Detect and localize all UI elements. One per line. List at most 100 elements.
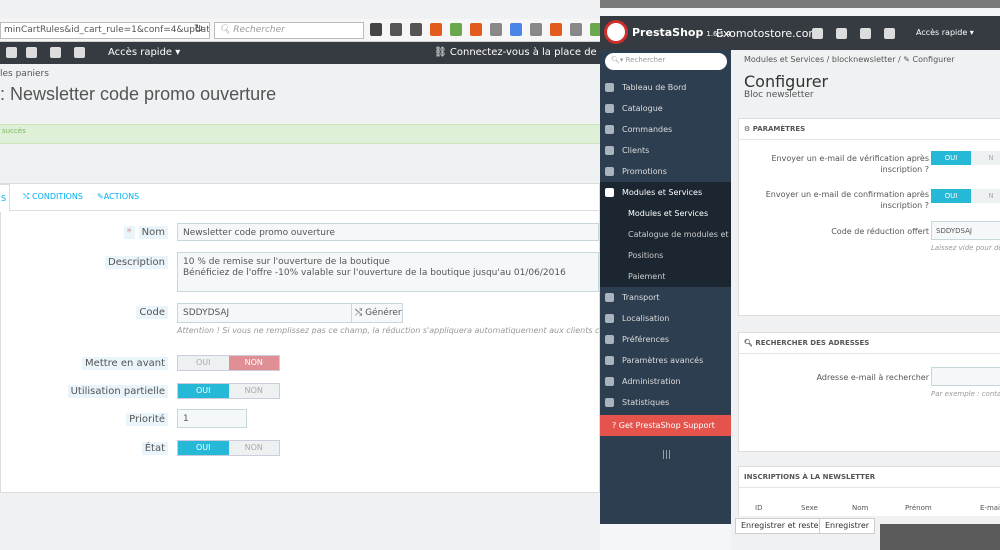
- col-id[interactable]: ID: [755, 504, 762, 512]
- sidebar-support-button[interactable]: ? Get PrestaShop Support: [600, 415, 731, 436]
- verification-non[interactable]: N: [971, 151, 1000, 165]
- success-alert: succès: [0, 124, 600, 144]
- sidebar-item-dashboard[interactable]: Tableau de Bord: [600, 77, 731, 98]
- priority-input[interactable]: 1: [177, 409, 247, 428]
- highlight-oui[interactable]: OUI: [178, 356, 229, 370]
- reload-icon[interactable]: ↻: [194, 22, 203, 35]
- address-bar[interactable]: minCartRules&id_cart_rule=1&conf=4&updat…: [0, 22, 210, 39]
- marketplace-link[interactable]: ⛓ Connectez-vous à la place de marché de…: [434, 47, 600, 58]
- subscriptions-title: INSCRIPTIONS À LA NEWSLETTER: [739, 467, 1000, 488]
- sidebar-collapse-handle[interactable]: |||: [662, 450, 671, 460]
- page-subtitle: Bloc newsletter: [744, 90, 814, 100]
- cart-icon[interactable]: [812, 28, 823, 39]
- generate-button[interactable]: ⤭ Générer: [351, 303, 403, 323]
- sidebar-item-preferences[interactable]: Préférences: [600, 329, 731, 350]
- parameters-title-text: PARAMÈTRES: [752, 125, 806, 133]
- state-label: État: [141, 442, 168, 455]
- sidebar-item-label: Paramètres avancés: [622, 356, 704, 365]
- browser-search-field[interactable]: 🔍︎ Rechercher: [214, 22, 364, 39]
- addon-icon-4[interactable]: [530, 23, 542, 36]
- sidebar-item-promotions[interactable]: Promotions: [600, 161, 731, 182]
- cogs-icon: ⚙: [744, 125, 753, 133]
- left-browser-window: minCartRules&id_cart_rule=1&conf=4&updat…: [0, 0, 600, 550]
- tab-informations[interactable]: s: [0, 184, 11, 212]
- sidebar-sub-modules[interactable]: Modules et Services: [600, 203, 731, 224]
- code-input[interactable]: SDDYDSAJ: [177, 303, 352, 323]
- sidebar-item-localisation[interactable]: Localisation: [600, 308, 731, 329]
- highlight-non[interactable]: NON: [228, 356, 279, 370]
- credit-card-icon: [605, 125, 614, 134]
- quick-access-menu[interactable]: Accès rapide ▾: [916, 28, 974, 37]
- mail-icon[interactable]: [860, 28, 871, 39]
- sidebar-search-placeholder: Rechercher: [625, 56, 666, 64]
- addon-icon-2[interactable]: [490, 23, 502, 36]
- reader-icon[interactable]: [390, 23, 402, 36]
- confirmation-switch[interactable]: OUI N: [931, 189, 1000, 203]
- sidebar-item-label: Tableau de Bord: [622, 83, 687, 92]
- brand-text: PrestaShop: [632, 26, 704, 39]
- sidebar-item-label: Statistiques: [622, 398, 670, 407]
- trophy-icon[interactable]: [884, 28, 895, 39]
- pocket-icon[interactable]: [410, 23, 422, 36]
- sidebar-item-commandes[interactable]: Commandes: [600, 119, 731, 140]
- description-textarea[interactable]: 10 % de remise sur l'ouverture de la bou…: [177, 252, 599, 292]
- sidebar-item-administration[interactable]: Administration: [600, 371, 731, 392]
- shop-name[interactable]: Exomotostore.com: [716, 27, 819, 40]
- toolbar-icons: [370, 23, 600, 36]
- quick-access-menu[interactable]: Accès rapide ▾: [108, 47, 180, 58]
- confirmation-label-line1: Envoyer un e-mail de confirmation après: [765, 190, 929, 199]
- sidebar-item-catalogue[interactable]: Catalogue: [600, 98, 731, 119]
- state-non[interactable]: NON: [228, 441, 279, 455]
- tab-conditions[interactable]: ⤭ Conditions: [23, 192, 83, 202]
- addon-icon-5[interactable]: [550, 23, 562, 36]
- sidebar-item-statistiques[interactable]: Statistiques: [600, 392, 731, 413]
- sidebar-search[interactable]: 🔍︎▾ Rechercher: [605, 53, 727, 70]
- download-icon[interactable]: [430, 23, 442, 36]
- state-oui[interactable]: OUI: [178, 441, 229, 455]
- mail-icon[interactable]: [50, 47, 61, 58]
- state-switch[interactable]: OUI NON: [177, 440, 280, 456]
- nom-input[interactable]: Newsletter code promo ouverture: [177, 223, 599, 241]
- sidebar-item-modules[interactable]: Modules et Services: [600, 182, 731, 203]
- user-icon[interactable]: [836, 28, 847, 39]
- col-prenom[interactable]: Prénom: [905, 504, 932, 512]
- sidebar-sub-paiement[interactable]: Paiement: [600, 266, 731, 287]
- save-and-stay-button[interactable]: Enregistrer et rester: [735, 518, 828, 534]
- wrench-icon: ✎: [97, 192, 104, 201]
- save-button[interactable]: Enregistrer: [819, 518, 876, 534]
- priority-label-text: Priorité: [126, 413, 168, 426]
- verification-label-line1: Envoyer un e-mail de vérification après: [771, 154, 929, 163]
- addon-icon-7[interactable]: [590, 23, 600, 36]
- email-search-help: Par exemple : conta: [931, 390, 1000, 398]
- tab-actions[interactable]: ✎Actions: [97, 192, 139, 201]
- sidebar-item-advanced[interactable]: Paramètres avancés: [600, 350, 731, 371]
- panel-footer: [0, 493, 600, 550]
- user-icon[interactable]: [26, 47, 37, 58]
- confirmation-oui[interactable]: OUI: [931, 189, 971, 203]
- partial-non[interactable]: NON: [228, 384, 279, 398]
- sidebar-item-clients[interactable]: Clients: [600, 140, 731, 161]
- addon-icon[interactable]: [470, 23, 482, 36]
- email-search-input[interactable]: [931, 367, 1000, 386]
- sidebar-sub-catalogue-modules[interactable]: Catalogue de modules et t...: [600, 224, 731, 245]
- sidebar-item-transport[interactable]: Transport: [600, 287, 731, 308]
- partial-use-switch[interactable]: OUI NON: [177, 383, 280, 399]
- verification-switch[interactable]: OUI N: [931, 151, 1000, 165]
- confirmation-non[interactable]: N: [971, 189, 1000, 203]
- col-nom[interactable]: Nom: [852, 504, 868, 512]
- bookmark-star-icon[interactable]: [370, 23, 382, 36]
- sidebar-sub-positions[interactable]: Positions: [600, 245, 731, 266]
- partial-use-label-text: Utilisation partielle: [67, 385, 168, 398]
- cart-icon[interactable]: [6, 47, 17, 58]
- addon-icon-3[interactable]: [510, 23, 522, 36]
- partial-oui[interactable]: OUI: [178, 384, 229, 398]
- prestashop-header: PrestaShop 1.6.1.4 Exomotostore.com Accès…: [600, 16, 1000, 50]
- extension-icon[interactable]: [450, 23, 462, 36]
- col-email[interactable]: E-mail: [980, 504, 1000, 512]
- trophy-icon[interactable]: [74, 47, 85, 58]
- discount-code-input[interactable]: SDDYDSAJ: [931, 221, 1000, 240]
- verification-oui[interactable]: OUI: [931, 151, 971, 165]
- addon-icon-6[interactable]: [570, 23, 582, 36]
- highlight-switch[interactable]: OUI NON: [177, 355, 280, 371]
- col-sexe[interactable]: Sexe: [801, 504, 818, 512]
